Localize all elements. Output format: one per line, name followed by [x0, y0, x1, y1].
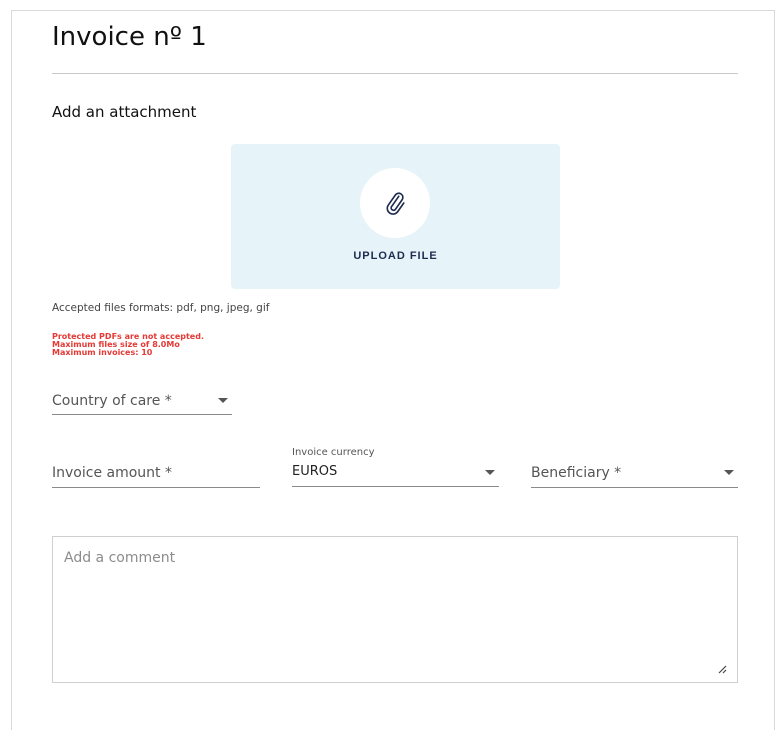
resize-handle-icon[interactable]	[718, 665, 727, 674]
attachment-section-label: Add an attachment	[52, 103, 197, 121]
page-title: Invoice nº 1	[52, 22, 207, 52]
title-divider	[52, 73, 738, 74]
upload-file-label[interactable]: UPLOAD FILE	[231, 250, 560, 262]
upload-icon-circle	[360, 168, 430, 238]
invoice-currency-select[interactable]: Invoice currency EUROS	[292, 446, 499, 487]
warning-max-invoices: Maximum invoices: 10	[52, 348, 153, 357]
upload-file-dropzone[interactable]: UPLOAD FILE	[231, 144, 560, 289]
country-of-care-select[interactable]: Country of care *	[52, 390, 232, 415]
invoice-amount-label: Invoice amount *	[52, 465, 172, 481]
chevron-down-icon[interactable]	[218, 398, 228, 403]
comment-textarea[interactable]: Add a comment	[52, 536, 738, 683]
invoice-currency-value: EUROS	[292, 464, 338, 479]
country-of-care-label: Country of care *	[52, 393, 172, 409]
invoice-currency-label: Invoice currency	[292, 447, 375, 458]
accepted-formats-text: Accepted files formats: pdf, png, jpeg, …	[52, 302, 270, 314]
comment-placeholder: Add a comment	[64, 550, 176, 566]
beneficiary-select[interactable]: Beneficiary *	[531, 462, 738, 488]
paperclip-icon	[386, 192, 405, 215]
beneficiary-label: Beneficiary *	[531, 465, 622, 481]
upload-warnings: Protected PDFs are not accepted. Maximum…	[52, 333, 204, 357]
chevron-down-icon[interactable]	[485, 470, 495, 475]
invoice-amount-input[interactable]: Invoice amount *	[52, 462, 260, 488]
chevron-down-icon[interactable]	[724, 470, 734, 475]
